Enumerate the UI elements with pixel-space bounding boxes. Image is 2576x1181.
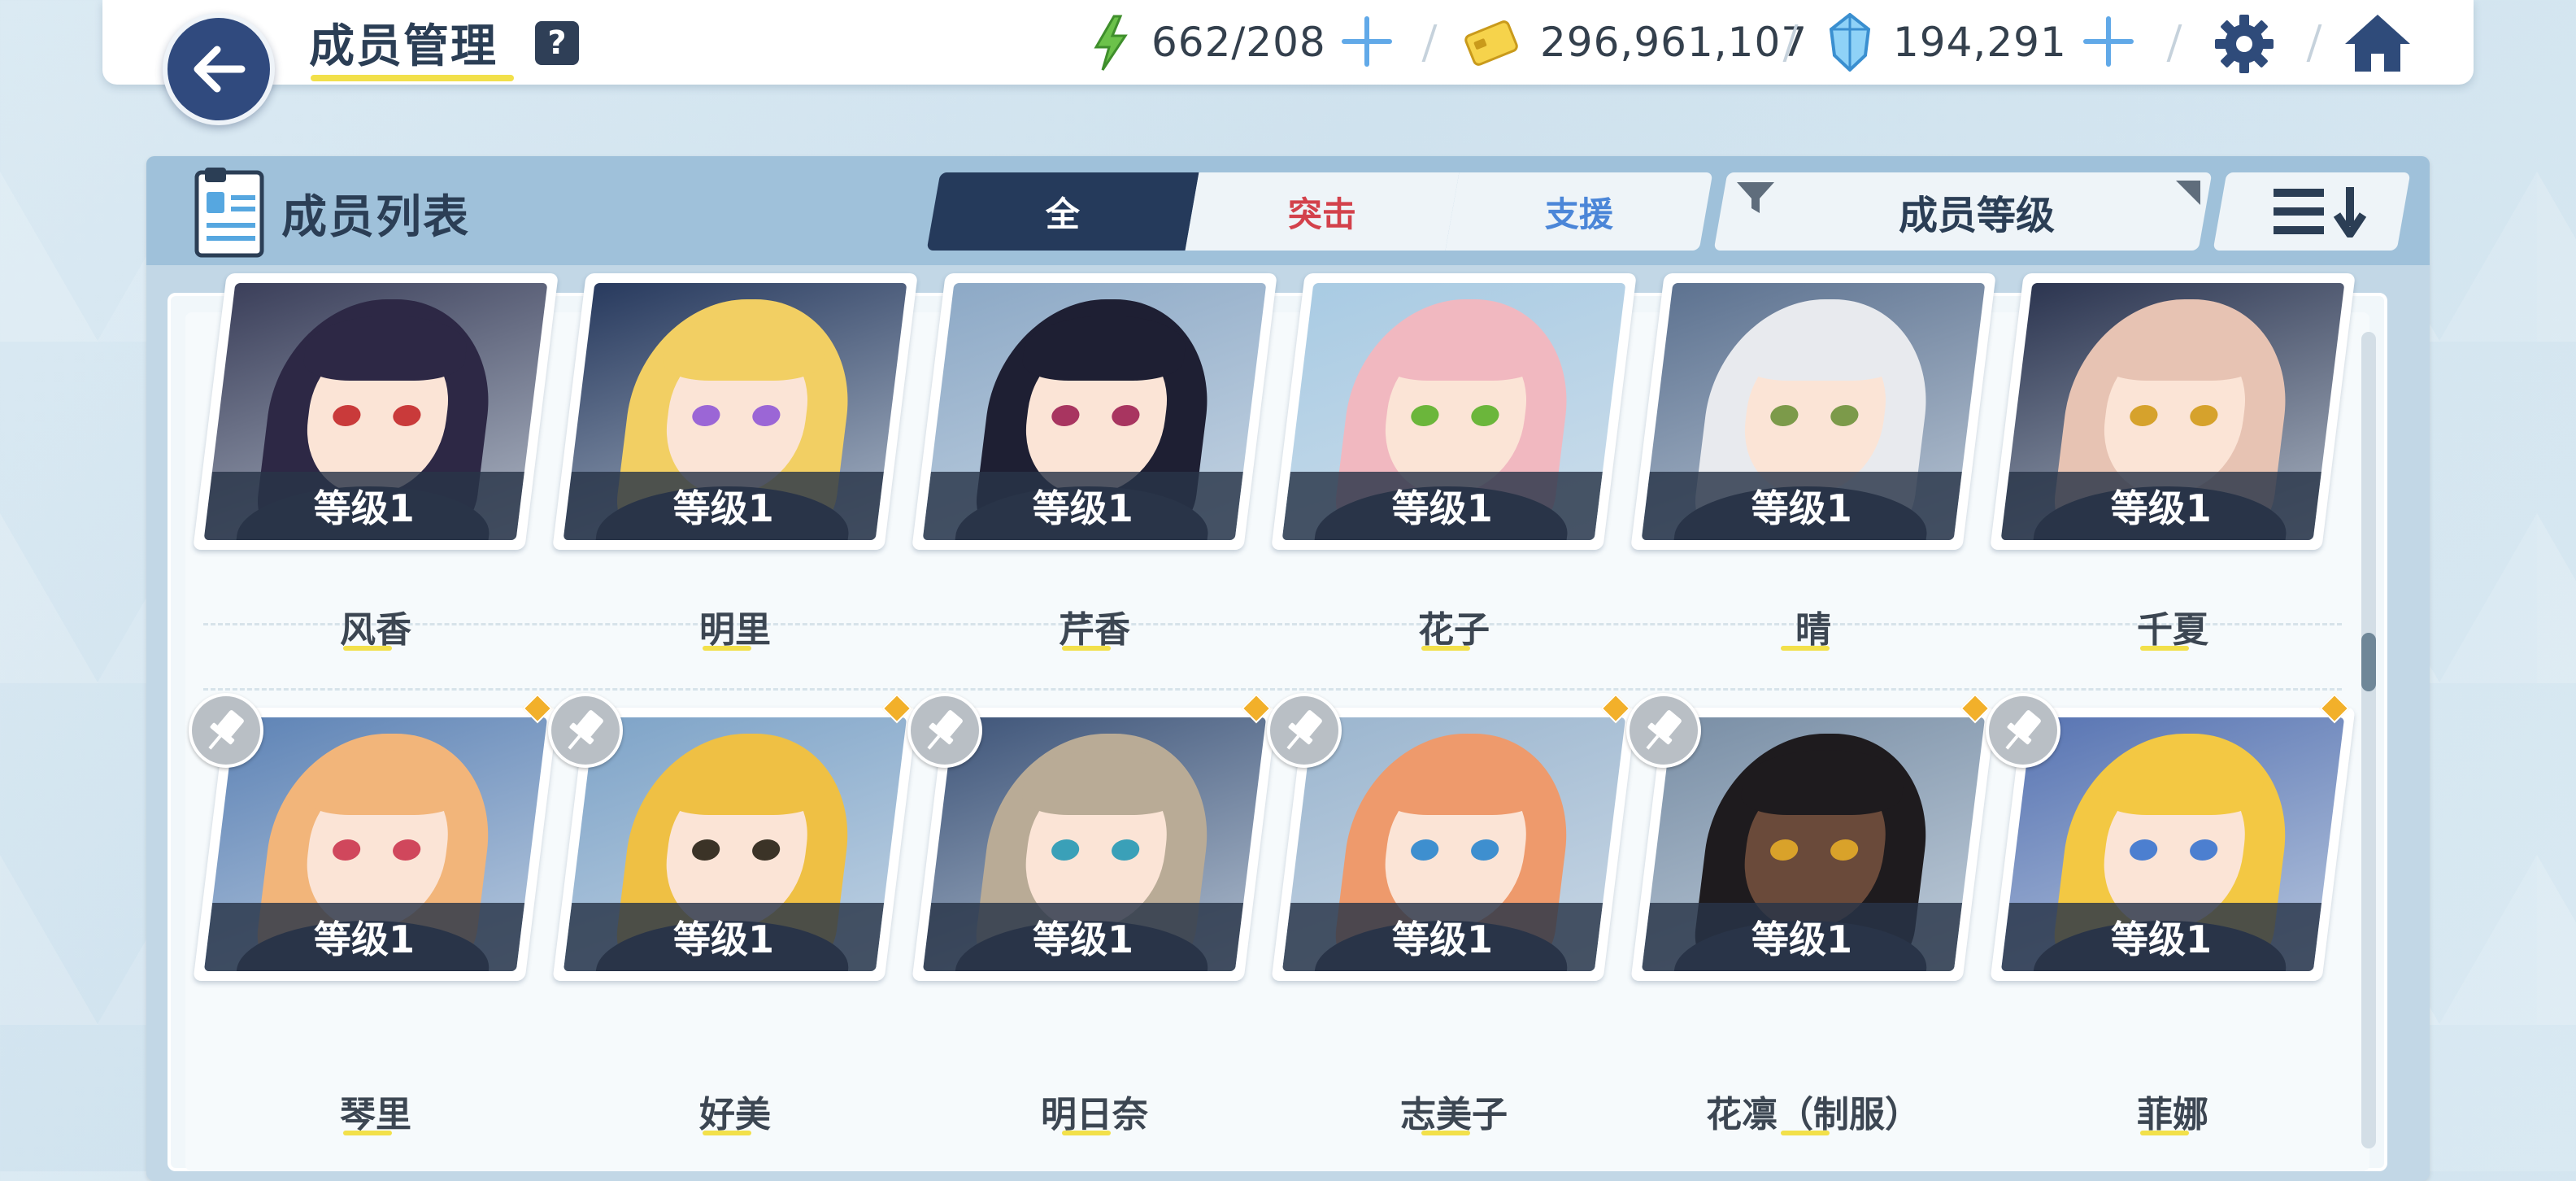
member-card[interactable]: 等级1 xyxy=(552,273,918,550)
dropdown-corner-icon xyxy=(2176,181,2200,205)
level-badge: 等级1 xyxy=(203,903,525,971)
member-portrait: 等级1 xyxy=(1281,283,1626,540)
member-portrait: 等级1 xyxy=(203,283,548,540)
member-card[interactable]: 等级1 xyxy=(1630,273,1996,550)
title-underline xyxy=(311,75,514,81)
name-underline xyxy=(2140,646,2189,651)
level-badge: 等级1 xyxy=(563,903,885,971)
page-title: 成员管理 xyxy=(309,20,498,73)
scrollbar-track[interactable] xyxy=(2361,332,2376,1148)
panel-title: 成员列表 xyxy=(281,191,470,244)
level-text: 等级1 xyxy=(1032,917,1134,961)
member-name: 风香 xyxy=(340,609,411,651)
pin-icon[interactable] xyxy=(1626,693,1701,768)
roster-icon xyxy=(194,168,264,258)
member-name: 晴 xyxy=(1795,609,1831,651)
level-text: 等级1 xyxy=(2110,917,2213,961)
crystal-icon xyxy=(1829,13,1871,72)
member-portrait: 等级1 xyxy=(1641,283,1986,540)
member-card[interactable]: 等级1 xyxy=(912,273,1277,550)
level-text: 等级1 xyxy=(1751,917,1853,961)
member-card[interactable]: 等级1 xyxy=(1990,273,2356,550)
level-text: 等级1 xyxy=(1032,486,1134,530)
member-name: 志美子 xyxy=(1400,1094,1508,1135)
member-name: 花子 xyxy=(1418,609,1490,651)
home-icon[interactable] xyxy=(2342,10,2413,75)
name-underline xyxy=(343,646,392,651)
pin-icon[interactable] xyxy=(907,693,982,768)
name-underline xyxy=(1421,646,1470,651)
member-card[interactable]: 等级1 xyxy=(1271,273,1637,550)
level-badge: 等级1 xyxy=(1641,903,1963,971)
gear-icon[interactable] xyxy=(2212,11,2277,76)
credits-counter: 296,961,107 xyxy=(1540,0,1808,85)
member-name: 花凛（制服） xyxy=(1706,1094,1921,1135)
tab-striker-label: 突击 xyxy=(1287,194,1356,234)
level-badge: 等级1 xyxy=(563,472,884,540)
tab-all[interactable]: 全 xyxy=(926,172,1199,251)
member-card[interactable]: 等级1 xyxy=(193,273,559,550)
pin-icon[interactable] xyxy=(1267,693,1342,768)
back-arrow-icon xyxy=(194,46,246,93)
name-underline xyxy=(343,1131,392,1135)
ap-counter: 662/208 xyxy=(1151,0,1326,85)
level-text: 等级1 xyxy=(672,486,774,530)
pin-icon[interactable] xyxy=(1986,693,2060,768)
member-name: 明里 xyxy=(699,609,771,651)
credit-card-icon xyxy=(1464,20,1518,66)
level-text: 等级1 xyxy=(313,917,416,961)
member-name: 芹香 xyxy=(1059,609,1130,651)
name-underline xyxy=(703,1131,751,1135)
member-name: 明日奈 xyxy=(1041,1094,1148,1135)
lightning-icon xyxy=(1094,15,1128,71)
gems-value: 194,291 xyxy=(1893,19,2067,66)
ap-value: 662/208 xyxy=(1151,19,1326,66)
name-underline xyxy=(1781,646,1830,651)
level-text: 等级1 xyxy=(672,917,775,961)
name-underline xyxy=(2140,1131,2189,1135)
pin-icon[interactable] xyxy=(548,693,623,768)
level-badge: 等级1 xyxy=(2000,903,2322,971)
level-badge: 等级1 xyxy=(2000,472,2321,540)
member-name: 好美 xyxy=(699,1094,771,1135)
level-text: 等级1 xyxy=(1391,486,1493,530)
credits-value: 296,961,107 xyxy=(1540,19,1808,66)
gems-counter: 194,291 xyxy=(1893,0,2067,85)
member-portrait: 等级1 xyxy=(2000,283,2345,540)
member-portrait: 等级1 xyxy=(563,283,907,540)
name-underline xyxy=(1781,1131,1830,1135)
sort-descending-icon xyxy=(2274,187,2367,238)
row-divider xyxy=(203,688,2342,691)
member-name: 菲娜 xyxy=(2137,1094,2208,1135)
level-badge: 等级1 xyxy=(922,472,1243,540)
gems-add-button[interactable] xyxy=(2082,15,2135,68)
sort-select-label: 成员等级 xyxy=(1898,193,2055,238)
level-badge: 等级1 xyxy=(1641,472,1962,540)
scrollbar-thumb[interactable] xyxy=(2361,633,2376,691)
level-badge: 等级1 xyxy=(922,903,1244,971)
level-text: 等级1 xyxy=(1751,486,1852,530)
level-badge: 等级1 xyxy=(1281,903,1603,971)
level-badge: 等级1 xyxy=(1281,472,1603,540)
name-underline xyxy=(1062,1131,1111,1135)
member-name: 琴里 xyxy=(340,1094,411,1135)
member-name: 千夏 xyxy=(2137,609,2208,651)
tab-support-label: 支援 xyxy=(1544,194,1613,234)
tab-all-label: 全 xyxy=(1045,194,1080,234)
level-badge: 等级1 xyxy=(203,472,524,540)
ap-add-button[interactable] xyxy=(1340,15,1394,68)
name-underline xyxy=(703,646,751,651)
back-button[interactable] xyxy=(163,13,275,125)
tab-support[interactable]: 支援 xyxy=(1445,172,1713,251)
help-button[interactable]: ? xyxy=(535,21,579,65)
level-text: 等级1 xyxy=(2110,486,2212,530)
name-underline xyxy=(1421,1131,1470,1135)
tab-striker[interactable]: 突击 xyxy=(1185,172,1460,251)
member-portrait: 等级1 xyxy=(922,283,1267,540)
level-text: 等级1 xyxy=(1391,917,1494,961)
level-text: 等级1 xyxy=(313,486,415,530)
pin-icon[interactable] xyxy=(189,693,263,768)
name-underline xyxy=(1062,646,1111,651)
